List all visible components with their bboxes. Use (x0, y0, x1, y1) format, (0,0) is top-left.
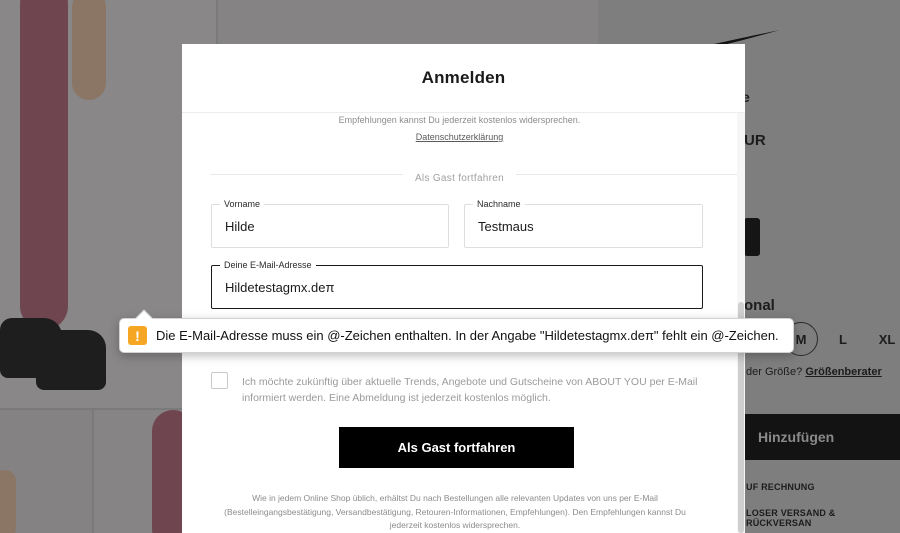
info-line-shipping: LOSER VERSAND & RÜCKVERSAN (746, 508, 836, 528)
size-xl-chip[interactable]: XL (870, 322, 900, 356)
size-hint: der Größe? Größenberater (746, 366, 882, 378)
newsletter-checkbox[interactable] (211, 372, 228, 389)
size-l-chip[interactable]: L (826, 322, 860, 356)
section-label-fragment: onal (744, 297, 775, 314)
last-name-value[interactable]: Testmaus (478, 219, 534, 234)
validation-message: Die E-Mail-Adresse muss ein @-Zeichen en… (156, 328, 779, 343)
email-validation-tooltip: ! Die E-Mail-Adresse muss ein @-Zeichen … (119, 309, 794, 353)
modal-title: Anmelden (421, 68, 506, 87)
product-image-3 (0, 410, 92, 533)
size-advisor-link[interactable]: Größenberater (805, 366, 881, 378)
add-to-cart-button[interactable]: Hinzufügen (738, 414, 900, 460)
first-name-value[interactable]: Hilde (225, 219, 255, 234)
first-name-label: Vorname (220, 199, 265, 209)
guest-section-heading: Als Gast fortfahren (182, 168, 737, 186)
warning-icon: ! (128, 326, 147, 345)
continue-as-guest-button[interactable]: Als Gast fortfahren (339, 427, 574, 468)
recommendation-hint: Empfehlungen kannst Du jederzeit kostenl… (338, 115, 581, 125)
info-line-invoice: UF RECHNUNG (746, 482, 815, 492)
last-name-field[interactable]: Nachname Testmaus (464, 199, 703, 248)
email-updates-footnote: Wie in jedem Online Shop üblich, erhälts… (224, 493, 686, 530)
email-label: Deine E-Mail-Adresse (220, 260, 316, 270)
size-hint-text: der Größe? (746, 366, 803, 378)
guest-section-label: Als Gast fortfahren (402, 173, 517, 184)
email-value[interactable]: Hildetestagmx.deπ (225, 280, 334, 295)
modal-header: Anmelden (182, 44, 745, 113)
email-field[interactable]: Deine E-Mail-Adresse Hildetestagmx.deπ (211, 260, 703, 309)
login-modal: Anmelden Empfehlungen kannst Du jederzei… (182, 44, 745, 533)
first-name-field[interactable]: Vorname Hilde (211, 199, 449, 248)
privacy-policy-link[interactable]: Datenschutzerklärung (182, 132, 737, 142)
last-name-label: Nachname (473, 199, 525, 209)
color-thumbnail[interactable] (744, 218, 760, 256)
newsletter-consent-text: Ich möchte zukünftig über aktuelle Trend… (242, 376, 698, 404)
price-fragment: UR (744, 132, 766, 149)
